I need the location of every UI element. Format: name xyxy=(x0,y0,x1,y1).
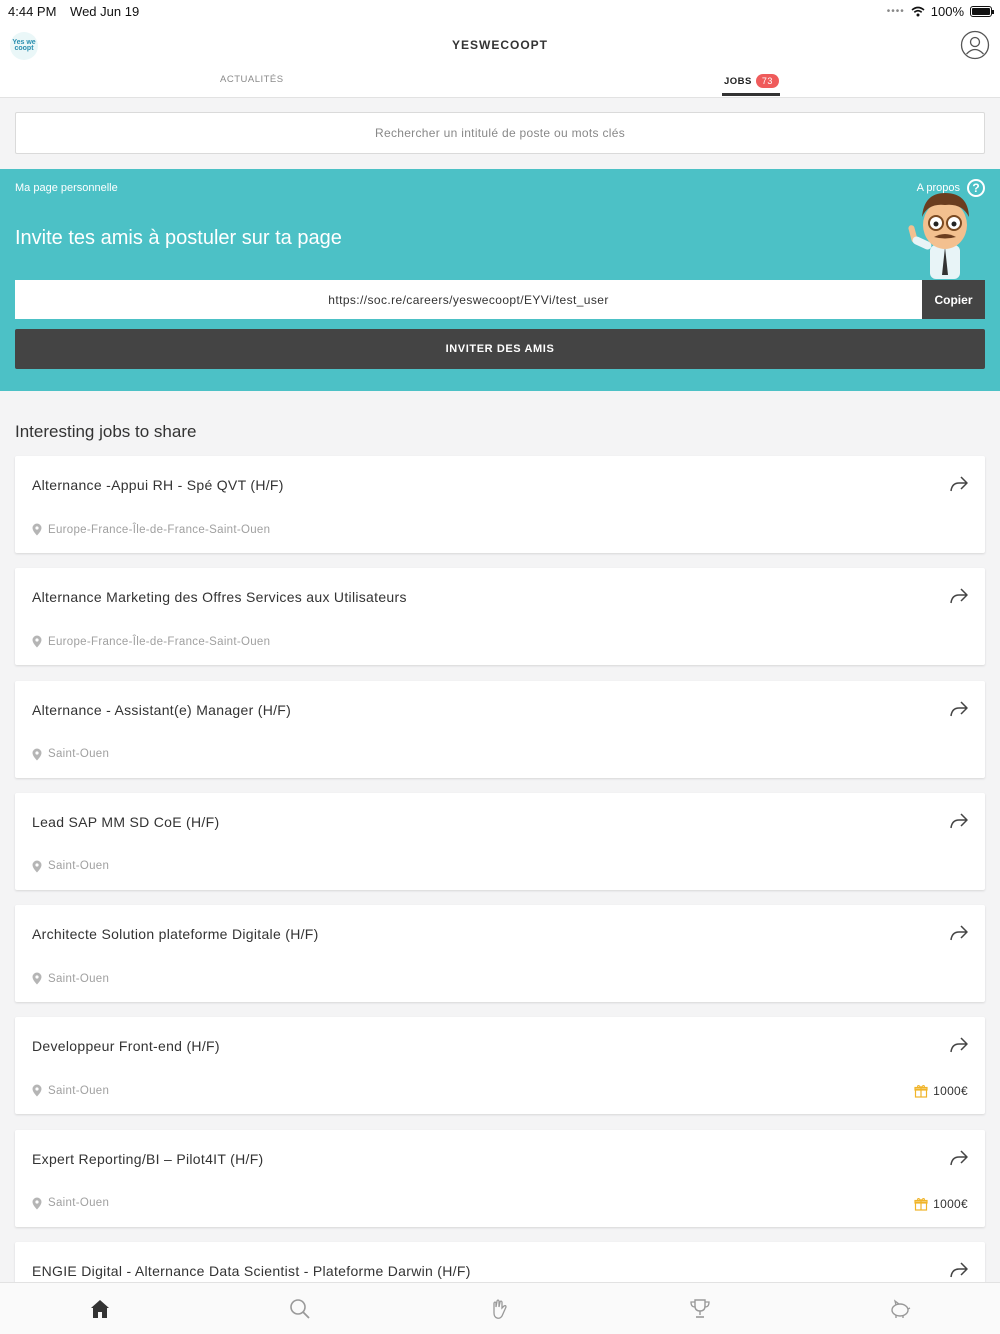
job-card[interactable]: Architecte Solution plateforme Digitale … xyxy=(15,905,985,1003)
referral-link-field[interactable]: https://soc.re/careers/yeswecoopt/EYVi/t… xyxy=(15,280,922,319)
job-location: Saint-Ouen xyxy=(32,1197,109,1210)
home-icon[interactable] xyxy=(88,1297,112,1321)
job-location-text: Saint-Ouen xyxy=(48,1084,110,1097)
job-title: Developpeur Front-end (H/F) xyxy=(32,1038,220,1055)
status-date: Wed Jun 19 xyxy=(70,3,140,19)
tab-jobs-label: JOBS xyxy=(724,75,752,87)
job-location-text: Europe-France-Île-de-France-Saint-Ouen xyxy=(48,523,271,536)
job-list: Alternance -Appui RH - Spé QVT (H/F) Eur… xyxy=(15,456,985,1334)
location-pin-icon xyxy=(32,635,42,648)
job-card[interactable]: Alternance -Appui RH - Spé QVT (H/F) Eur… xyxy=(15,456,985,553)
job-title: ENGIE Digital - Alternance Data Scientis… xyxy=(32,1263,471,1280)
mascot-illustration xyxy=(908,193,969,279)
gift-icon xyxy=(914,1085,928,1099)
referral-link-row: https://soc.re/careers/yeswecoopt/EYVi/t… xyxy=(15,280,985,319)
job-title: Lead SAP MM SD CoE (H/F) xyxy=(32,813,220,830)
job-title: Expert Reporting/BI – Pilot4IT (H/F) xyxy=(32,1150,264,1167)
job-title: Architecte Solution plateforme Digitale … xyxy=(32,926,319,943)
personal-page-label: Ma page personnelle xyxy=(15,182,118,194)
share-icon[interactable] xyxy=(949,924,969,942)
job-location: Saint-Ouen xyxy=(32,972,109,985)
status-bar: 4:44 PM Wed Jun 19 •••• 100% xyxy=(0,0,1000,22)
status-right: •••• 100% xyxy=(886,3,994,19)
invite-banner: Ma page personnelle A propos ? Invite te… xyxy=(0,169,1000,391)
location-pin-icon xyxy=(32,1197,42,1210)
referral-reward: 1000€ xyxy=(914,1197,968,1211)
piggy-bank-icon[interactable] xyxy=(888,1297,912,1321)
referral-reward: 1000€ xyxy=(914,1084,968,1098)
job-card[interactable]: Alternance - Assistant(e) Manager (H/F) … xyxy=(15,680,985,778)
share-icon[interactable] xyxy=(949,1261,969,1279)
share-icon[interactable] xyxy=(949,1149,969,1167)
active-tab-indicator xyxy=(722,93,780,96)
app-header: Yes we coopt YESWECOOPT ACTUALITÉS JOBS … xyxy=(0,22,1000,98)
job-title: Alternance - Assistant(e) Manager (H/F) xyxy=(32,701,292,718)
search-icon[interactable] xyxy=(288,1297,312,1321)
job-title: Alternance Marketing des Offres Services… xyxy=(32,589,407,606)
location-pin-icon xyxy=(32,972,42,985)
jobs-count-badge: 73 xyxy=(755,74,779,88)
tab-actualites-label: ACTUALITÉS xyxy=(220,74,284,85)
trophy-icon[interactable] xyxy=(688,1297,712,1321)
gift-icon xyxy=(914,1197,928,1211)
copy-button[interactable]: Copier xyxy=(922,280,985,319)
share-icon[interactable] xyxy=(949,587,969,605)
profile-icon[interactable] xyxy=(960,30,990,60)
job-location-text: Saint-Ouen xyxy=(48,1197,110,1210)
job-location: Saint-Ouen xyxy=(32,860,109,873)
job-location-text: Europe-France-Île-de-France-Saint-Ouen xyxy=(48,635,271,648)
signal-dots-icon: •••• xyxy=(886,5,905,17)
tab-jobs[interactable]: JOBS 73 xyxy=(724,74,779,88)
share-icon[interactable] xyxy=(949,1036,969,1054)
job-location: Saint-Ouen xyxy=(32,1084,109,1097)
location-pin-icon xyxy=(32,748,42,761)
battery-icon xyxy=(970,5,994,17)
status-time: 4:44 PM xyxy=(8,3,57,19)
location-pin-icon xyxy=(32,523,42,536)
location-pin-icon xyxy=(32,860,42,873)
share-icon[interactable] xyxy=(949,475,969,493)
section-title: Interesting jobs to share xyxy=(15,422,197,441)
share-icon[interactable] xyxy=(949,812,969,830)
battery-percent: 100% xyxy=(930,3,964,19)
job-card[interactable]: Alternance Marketing des Offres Services… xyxy=(15,568,985,666)
job-location: Saint-Ouen xyxy=(32,748,109,761)
search-placeholder: Rechercher un intitulé de poste ou mots … xyxy=(375,126,625,140)
bottom-navigation xyxy=(0,1282,1000,1334)
job-card[interactable]: Expert Reporting/BI – Pilot4IT (H/F) Sai… xyxy=(15,1129,985,1227)
reward-amount: 1000€ xyxy=(933,1084,968,1099)
job-card[interactable]: Developpeur Front-end (H/F) Saint-Ouen 1… xyxy=(15,1017,985,1115)
app-title: YESWECOOPT xyxy=(451,38,548,52)
wifi-icon xyxy=(911,6,925,16)
job-location-text: Saint-Ouen xyxy=(48,860,110,873)
job-location-text: Saint-Ouen xyxy=(48,972,110,985)
location-pin-icon xyxy=(32,1084,42,1097)
reward-amount: 1000€ xyxy=(933,1196,968,1211)
job-card[interactable]: Lead SAP MM SD CoE (H/F) Saint-Ouen xyxy=(15,792,985,890)
status-left: 4:44 PM Wed Jun 19 xyxy=(8,4,149,19)
job-location: Europe-France-Île-de-France-Saint-Ouen xyxy=(32,523,270,536)
tab-actualites[interactable]: ACTUALITÉS xyxy=(220,74,284,85)
clap-icon[interactable] xyxy=(488,1297,512,1321)
invite-friends-button[interactable]: INVITER DES AMIS xyxy=(15,329,985,369)
share-icon[interactable] xyxy=(949,700,969,718)
job-location-text: Saint-Ouen xyxy=(48,748,110,761)
job-title: Alternance -Appui RH - Spé QVT (H/F) xyxy=(32,477,284,493)
job-search-input[interactable]: Rechercher un intitulé de poste ou mots … xyxy=(15,112,985,154)
job-location: Europe-France-Île-de-France-Saint-Ouen xyxy=(32,635,270,648)
invite-heading: Invite tes amis à postuler sur ta page xyxy=(15,227,342,249)
